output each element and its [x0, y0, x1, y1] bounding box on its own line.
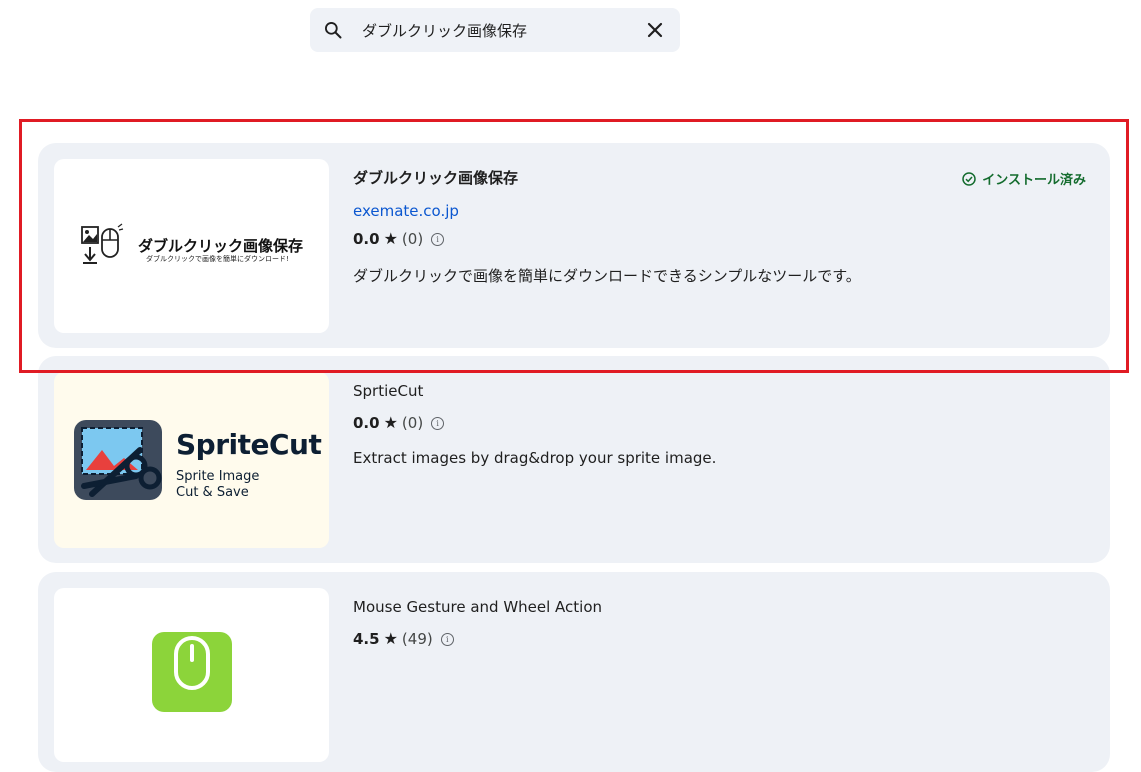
close-icon[interactable]	[646, 21, 664, 39]
check-circle-icon	[962, 171, 976, 186]
rating-count: (49)	[401, 630, 433, 648]
extension-thumbnail	[54, 588, 329, 762]
star-icon: ★	[383, 413, 398, 432]
result-card[interactable]: SpriteCut Sprite Image Cut & Save Sprtie…	[38, 356, 1110, 563]
thumb-tagline-1: Sprite Image	[176, 469, 260, 484]
rating-score: 0.0	[353, 230, 380, 248]
info-icon[interactable]: i	[431, 232, 445, 246]
mouse-gesture-logo-icon	[152, 632, 232, 712]
info-icon[interactable]: i	[440, 632, 454, 646]
rating: 4.5 ★ (49) i	[353, 630, 1090, 648]
extension-description: ダブルクリックで画像を簡単にダウンロードできるシンプルなツールです。	[353, 267, 861, 285]
search-icon	[325, 22, 342, 39]
result-info: Mouse Gesture and Wheel Action 4.5 ★ (49…	[353, 598, 1090, 648]
rating-count: (0)	[401, 230, 424, 248]
installed-label: インストール済み	[982, 173, 1086, 188]
image-download-mouse-icon	[81, 223, 124, 264]
star-icon: ★	[383, 629, 398, 648]
thumb-title: SpriteCut	[176, 428, 322, 461]
developer-link[interactable]: exemate.co.jp	[353, 202, 1090, 220]
rating-score: 0.0	[353, 414, 380, 432]
thumb-tagline: Sprite Image Cut & Save	[176, 469, 259, 501]
thumb-subtitle: ダブルクリックで画像を簡単にダウンロード!	[146, 255, 289, 263]
result-card[interactable]: Mouse Gesture and Wheel Action 4.5 ★ (49…	[38, 572, 1110, 772]
extension-title[interactable]: SprtieCut	[353, 382, 1090, 400]
thumb-tagline-2: Cut & Save	[176, 485, 249, 500]
result-card[interactable]: ダブルクリック画像保存 ダブルクリックで画像を簡単にダウンロード! ダブルクリッ…	[38, 143, 1110, 348]
extension-thumbnail: SpriteCut Sprite Image Cut & Save	[54, 372, 329, 548]
extension-title[interactable]: Mouse Gesture and Wheel Action	[353, 598, 1090, 616]
rating-count: (0)	[401, 414, 424, 432]
info-icon[interactable]: i	[431, 416, 445, 430]
installed-badge: インストール済み	[962, 169, 1086, 188]
spritecut-logo-icon	[74, 420, 162, 500]
extension-thumbnail: ダブルクリック画像保存 ダブルクリックで画像を簡単にダウンロード!	[54, 159, 329, 333]
thumb-title: ダブルクリック画像保存	[138, 236, 304, 255]
extension-description: Extract images by drag&drop your sprite …	[353, 449, 717, 467]
search-input[interactable]: ダブルクリック画像保存	[362, 20, 527, 41]
rating: 0.0 ★ (0) i	[353, 414, 1090, 432]
search-bar[interactable]: ダブルクリック画像保存	[310, 8, 680, 52]
rating: 0.0 ★ (0) i	[353, 230, 1090, 248]
star-icon: ★	[383, 229, 398, 248]
result-info: SprtieCut 0.0 ★ (0) i Extract images by …	[353, 382, 1090, 467]
rating-score: 4.5	[353, 630, 380, 648]
